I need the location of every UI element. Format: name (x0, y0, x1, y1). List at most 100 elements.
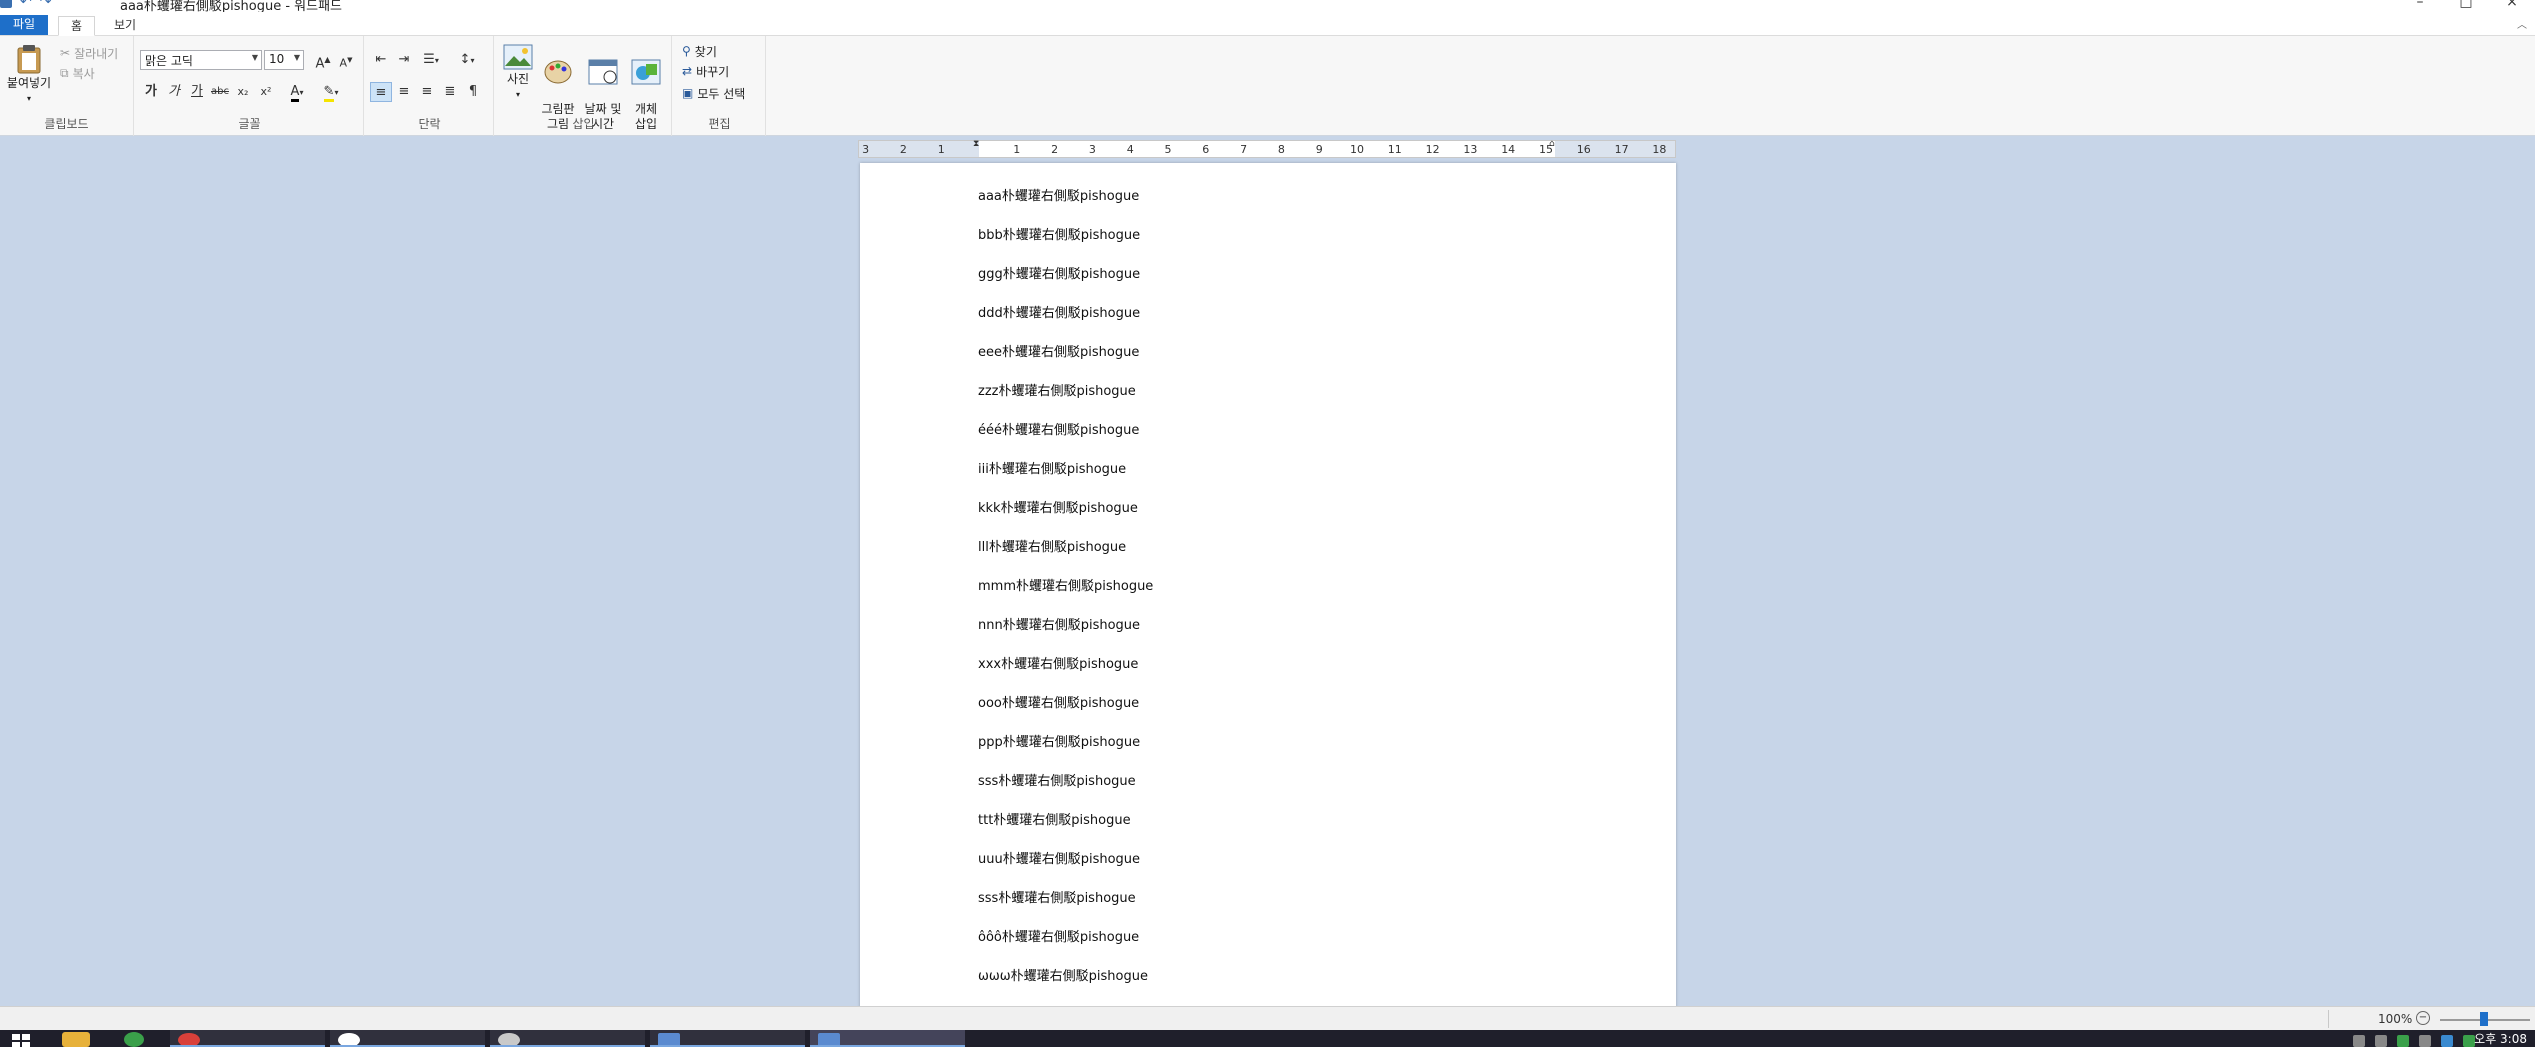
minimize-icon[interactable]: – (2397, 0, 2443, 10)
font-family-select[interactable]: 맑은 고딕 ▼ (140, 50, 262, 70)
font-size-select[interactable]: 10 ▼ (264, 50, 304, 70)
line-spacing-icon[interactable]: ↕▾ (452, 50, 482, 70)
superscript-button[interactable]: x² (255, 82, 277, 102)
align-left-icon[interactable]: ≡ (370, 82, 392, 102)
cut-button[interactable]: ✂ 잘라내기 (60, 44, 118, 62)
ruler[interactable]: 3 2 1 1 2 3 4 5 6 7 8 9 10 11 12 13 14 15 16 17 18 ⧗ ⌂ (858, 139, 1676, 161)
tab-home[interactable]: 홈 (58, 16, 96, 36)
find-label: 찾기 (694, 44, 717, 59)
document-line[interactable]: ppp朴蠼瓘右側駁pishogue (978, 731, 1140, 750)
align-center-icon[interactable]: ≡ (393, 82, 415, 102)
ruler-tick-label: 11 (1387, 143, 1402, 156)
document-line[interactable]: sss朴蠼瓘右側駁pishogue (978, 887, 1136, 906)
document-line[interactable]: ttt朴蠼瓘右側駁pishogue (978, 809, 1131, 828)
taskbar-app-3[interactable] (490, 1030, 645, 1047)
document-line[interactable]: sss朴蠼瓘右側駁pishogue (978, 770, 1136, 789)
strikethrough-button[interactable]: abc (209, 82, 231, 102)
clipboard-group-label: 클립보드 (44, 117, 89, 131)
tray-icon[interactable] (2441, 1035, 2453, 1047)
taskbar-clock[interactable]: 오후 3:08 (2474, 1030, 2527, 1047)
windows-start-icon[interactable] (12, 1034, 30, 1047)
document-line[interactable]: aaa朴蠼瓘右側駁pishogue (978, 185, 1139, 204)
file-explorer-icon[interactable] (62, 1032, 90, 1047)
taskbar-app-2[interactable] (330, 1030, 485, 1047)
tab-view[interactable]: 보기 (102, 16, 148, 36)
paste-button[interactable]: 붙여넣기 ▾ (4, 44, 54, 106)
select-all-button[interactable]: ▣ 모두 선택 (682, 84, 745, 102)
document-line[interactable]: ggg朴蠼瓘右側駁pishogue (978, 263, 1140, 282)
chevron-down-icon[interactable]: ▾ (502, 87, 534, 102)
taskbar-app-1[interactable] (170, 1030, 325, 1047)
undo-icon[interactable]: ↶ (20, 0, 32, 9)
document-line[interactable]: xxx朴蠼瓘右側駁pishogue (978, 653, 1138, 672)
tab-file[interactable]: 파일 (0, 15, 48, 35)
collapse-ribbon-icon[interactable]: ︿ (2517, 16, 2527, 31)
ruler-left-margin (859, 141, 979, 157)
wordpad-icon (658, 1033, 680, 1045)
italic-button[interactable]: 가 (163, 82, 185, 102)
subscript-button[interactable]: x₂ (232, 82, 254, 102)
chrome-icon[interactable] (124, 1032, 144, 1047)
document-page[interactable]: aaa朴蠼瓘右側駁pishogue bbb朴蠼瓘右側駁pishogue ggg朴蠼瓘… (860, 163, 1676, 1008)
text-color-button[interactable]: A▾ (282, 82, 312, 102)
document-line[interactable]: uuu朴蠼瓘右側駁pishogue (978, 848, 1140, 867)
paragraph-settings-icon[interactable]: ¶ (462, 82, 484, 102)
underline-button[interactable]: 가 (186, 82, 208, 102)
document-line[interactable]: eee朴蠼瓘右側駁pishogue (978, 341, 1139, 360)
find-button[interactable]: ⚲ 찾기 (682, 42, 717, 60)
maximize-icon[interactable]: □ (2443, 0, 2489, 10)
bold-button[interactable]: 가 (140, 82, 162, 102)
document-line[interactable]: ééé朴蠼瓘右側駁pishogue (978, 419, 1139, 438)
paragraph-group-label: 단락 (418, 117, 441, 131)
increase-indent-icon[interactable]: ⇥ (393, 50, 415, 70)
grow-font-button[interactable]: A▲ (312, 50, 334, 71)
underline-label: 가 (191, 84, 203, 99)
zoom-slider-thumb[interactable] (2480, 1012, 2488, 1026)
zoom-out-icon[interactable]: − (2416, 1011, 2430, 1025)
document-line[interactable]: lll朴蠼瓘右側駁pishogue (978, 536, 1126, 555)
tray-icon[interactable] (2419, 1035, 2431, 1047)
right-indent-marker[interactable]: ⌂ (1549, 139, 1559, 161)
picture-icon (503, 44, 533, 70)
ruler-tick-label: 6 (1202, 143, 1210, 156)
justify-icon[interactable]: ≣ (439, 82, 461, 102)
font-size-value: 10 (269, 52, 285, 66)
binoculars-icon: ⚲ (682, 44, 691, 58)
save-icon[interactable] (0, 0, 12, 8)
redo-icon[interactable]: ↷ (40, 0, 52, 9)
document-line[interactable]: mmm朴蠼瓘右側駁pishogue (978, 575, 1153, 594)
taskbar-app-4[interactable] (650, 1030, 805, 1047)
tray-icon[interactable] (2375, 1035, 2387, 1047)
ruler-tick-label: 17 (1614, 143, 1629, 156)
document-line[interactable]: ôôô朴蠼瓘右側駁pishogue (978, 926, 1139, 945)
ruler-tick-label: 12 (1425, 143, 1440, 156)
document-line[interactable]: nnn朴蠼瓘右側駁pishogue (978, 614, 1140, 633)
document-line[interactable]: ωωω朴蠼瓘右側駁pishogue (978, 965, 1148, 984)
chevron-down-icon[interactable]: ▾ (4, 91, 54, 106)
ruler-tick-label: 10 (1350, 143, 1364, 156)
left-indent-marker[interactable]: ⧗ (973, 139, 983, 161)
system-tray (2353, 1035, 2475, 1047)
ruler-tick-label: 14 (1501, 143, 1516, 156)
tray-icon[interactable] (2353, 1035, 2365, 1047)
ruler-tick-label: 16 (1576, 143, 1591, 156)
close-icon[interactable]: × (2489, 0, 2535, 10)
document-line[interactable]: ddd朴蠼瓘右側駁pishogue (978, 302, 1140, 321)
document-line[interactable]: zzz朴蠼瓘右側駁pishogue (978, 380, 1136, 399)
decrease-indent-icon[interactable]: ⇤ (370, 50, 392, 70)
tray-icon[interactable] (2397, 1035, 2409, 1047)
document-line[interactable]: iii朴蠼瓘右側駁pishogue (978, 458, 1126, 477)
document-line[interactable]: kkk朴蠼瓘右側駁pishogue (978, 497, 1138, 516)
paint-app-icon (498, 1033, 520, 1045)
picture-button[interactable]: 사진 ▾ (502, 44, 534, 102)
align-right-icon[interactable]: ≡ (416, 82, 438, 102)
shrink-font-button[interactable]: A▼ (335, 50, 357, 70)
document-line[interactable]: ooo朴蠼瓘右側駁pishogue (978, 692, 1139, 711)
copy-button[interactable]: ⧉ 복사 (60, 64, 95, 82)
bullets-icon[interactable]: ☰▾ (416, 50, 446, 70)
object-icon (631, 59, 661, 85)
taskbar-app-5[interactable] (810, 1030, 965, 1047)
replace-button[interactable]: ⇄ 바꾸기 (682, 62, 729, 80)
highlight-button[interactable]: ✎▾ (316, 82, 346, 102)
document-line[interactable]: bbb朴蠼瓘右側駁pishogue (978, 224, 1140, 243)
